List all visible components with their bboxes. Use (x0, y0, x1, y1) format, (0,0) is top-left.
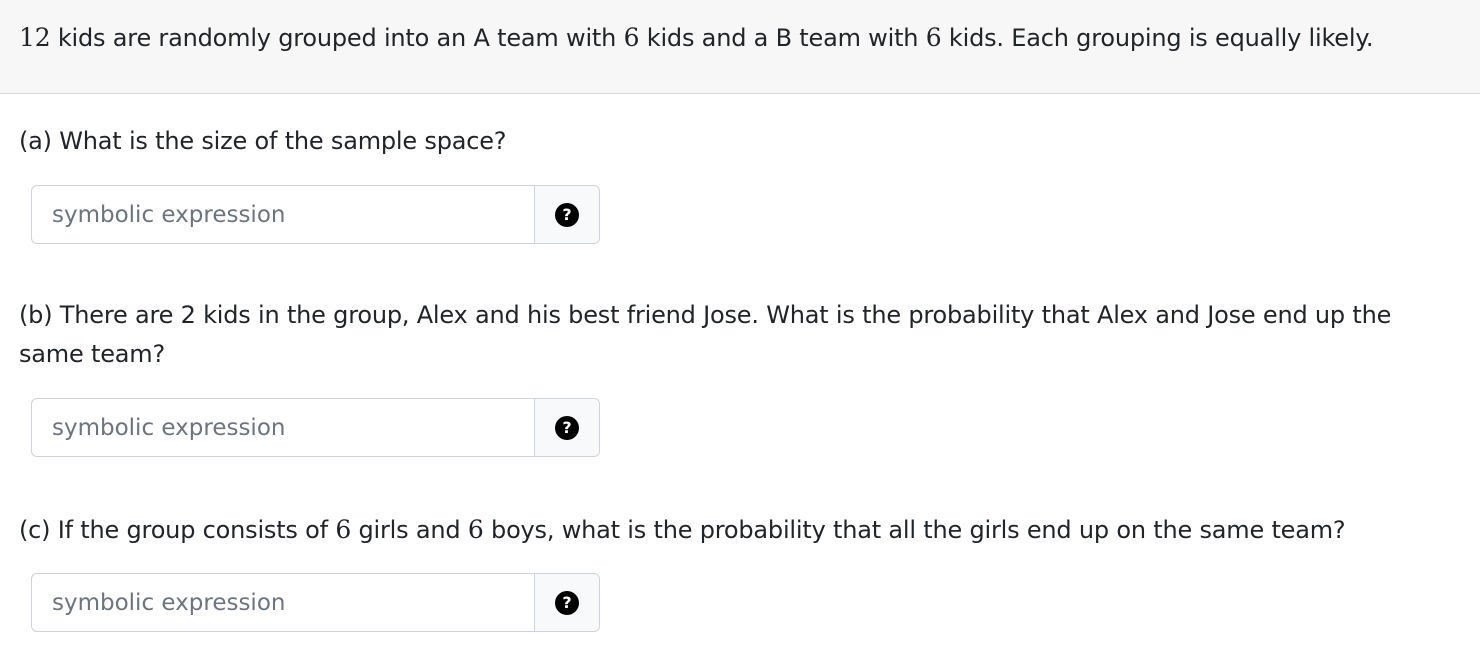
part-b-help-button[interactable]: ? (534, 399, 599, 456)
intro-text-2: kids and a B team with (646, 24, 919, 52)
intro-text-3: kids. Each grouping is equally likely. (948, 24, 1374, 52)
question-circle-icon: ? (555, 202, 579, 227)
part-b-question: (b) There are 2 kids in the group, Alex … (19, 301, 1392, 368)
part-a-question: (a) What is the size of the sample space… (19, 127, 507, 155)
problem-header: 12 kids are randomly grouped into an A t… (0, 0, 1480, 94)
math-team-b-size: 6 (925, 23, 942, 52)
question-circle-icon: ? (555, 415, 579, 440)
part-c-text-2: girls and (358, 516, 461, 544)
part-c-answer-group: ? (31, 573, 600, 632)
math-total-kids: 12 (19, 23, 51, 52)
part-c-question: (c) If the group consists of 6 girls and… (19, 510, 1439, 550)
part-c-text-3: boys, what is the probability that all t… (491, 516, 1346, 544)
part-a-answer-group: ? (31, 185, 600, 244)
part-b-answer-input[interactable] (32, 399, 534, 456)
math-team-a-size: 6 (623, 23, 640, 52)
part-c-help-button[interactable]: ? (534, 574, 599, 631)
part-a-answer-input[interactable] (32, 186, 534, 243)
problem-intro: 12 kids are randomly grouped into an A t… (19, 21, 1374, 55)
part-c-answer-input[interactable] (32, 574, 534, 631)
intro-text-1: kids are randomly grouped into an A team… (57, 24, 617, 52)
question-circle-icon: ? (555, 590, 579, 615)
part-c-text-1: (c) If the group consists of (19, 516, 328, 544)
math-girls-count: 6 (335, 515, 352, 544)
part-b-answer-group: ? (31, 398, 600, 457)
math-boys-count: 6 (467, 515, 484, 544)
part-a-help-button[interactable]: ? (534, 186, 599, 243)
